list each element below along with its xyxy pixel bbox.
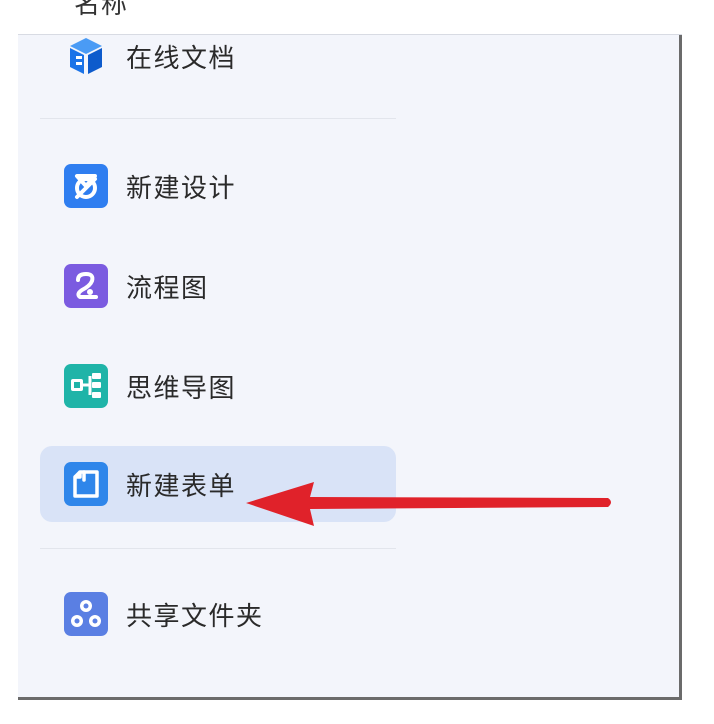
screenshot-stage: 名称 在线文档 新建设计 流程图 思维导图 新建表单 共享文件夹 (0, 0, 714, 724)
menu-item-mindmap[interactable]: 思维导图 (40, 348, 396, 424)
flowchart-icon (64, 264, 108, 308)
menu-divider (40, 548, 396, 549)
menu-item-label: 新建设计 (126, 173, 237, 204)
form-icon (64, 462, 108, 506)
menu-item-label: 共享文件夹 (126, 601, 264, 632)
mindmap-icon (64, 364, 108, 408)
menu-divider (40, 118, 396, 119)
menu-item-label: 思维导图 (126, 373, 237, 404)
menu-item-flowchart[interactable]: 流程图 (40, 248, 396, 324)
menu-item-label: 流程图 (126, 273, 209, 304)
menu-item-label: 新建表单 (126, 471, 237, 502)
design-icon (64, 164, 108, 208)
menu-item-new-form[interactable]: 新建表单 (40, 446, 396, 522)
online-doc-icon (64, 34, 108, 78)
menu-item-new-design[interactable]: 新建设计 (40, 148, 396, 224)
menu-item-shared-folder[interactable]: 共享文件夹 (40, 576, 396, 652)
shared-folder-icon (64, 592, 108, 636)
menu-item-online-doc[interactable]: 在线文档 (40, 18, 396, 94)
menu-item-label: 在线文档 (126, 43, 237, 74)
